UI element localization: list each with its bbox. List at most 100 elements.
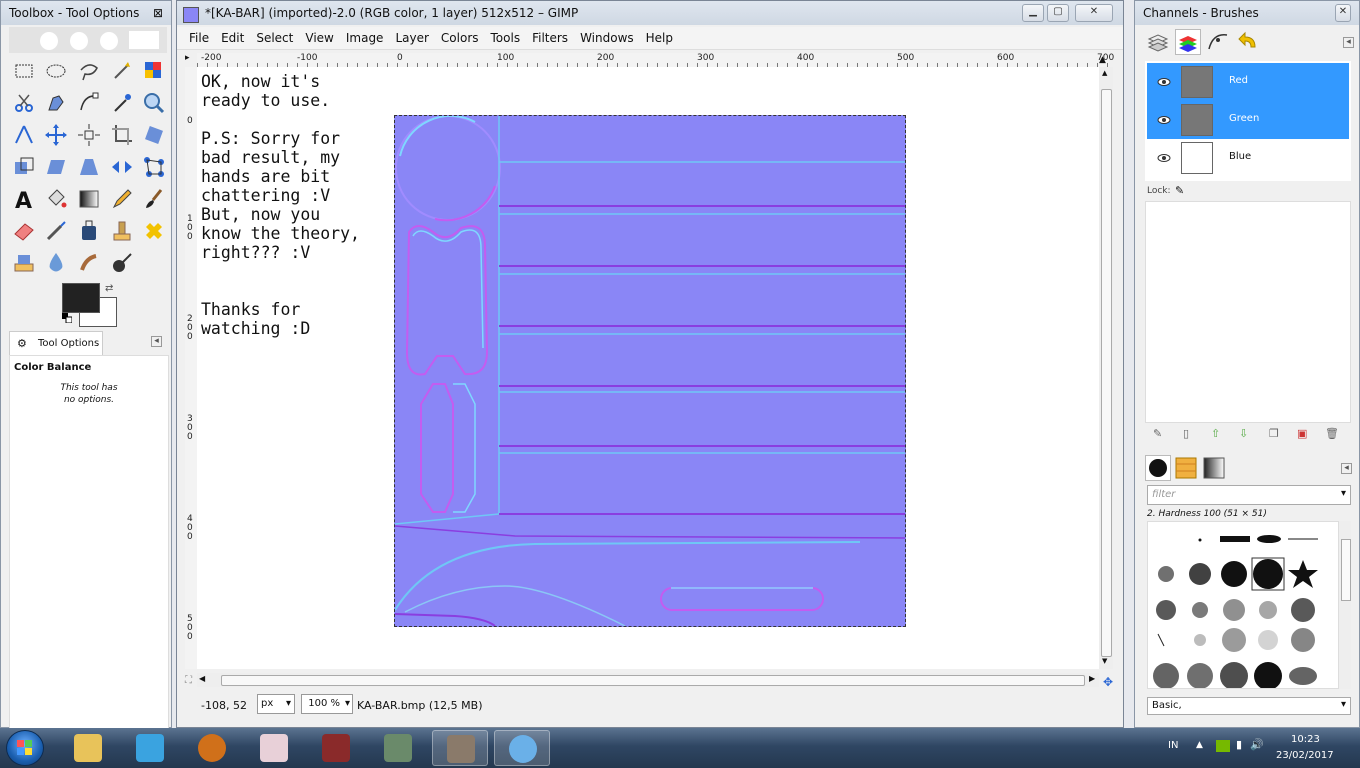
maximize-button[interactable]: ▢ xyxy=(1047,4,1069,22)
menu-image[interactable]: Image xyxy=(340,27,390,49)
perspective-tool-icon[interactable] xyxy=(76,154,102,180)
undo-history-tab-icon[interactable] xyxy=(1235,29,1261,55)
foreground-select-tool-icon[interactable] xyxy=(43,90,69,116)
channel-green[interactable]: Green xyxy=(1147,101,1349,139)
menu-view[interactable]: View xyxy=(299,27,339,49)
fuzzy-select-tool-icon[interactable] xyxy=(109,58,135,84)
vertical-scrollbar[interactable]: ▲ ▼ xyxy=(1099,67,1113,669)
perspective-clone-tool-icon[interactable] xyxy=(11,250,37,276)
close-button[interactable]: ✕ xyxy=(1075,4,1113,22)
normal-map-image[interactable] xyxy=(394,115,906,627)
nvidia-icon[interactable] xyxy=(1216,740,1230,752)
tab-menu-icon[interactable]: ◂ xyxy=(151,336,162,347)
language-indicator[interactable]: IN xyxy=(1168,740,1178,751)
ink-tool-icon[interactable] xyxy=(76,218,102,244)
ruler-menu-icon[interactable]: ▲ xyxy=(1099,55,1106,65)
menu-layer[interactable]: Layer xyxy=(389,27,434,49)
channel-blue[interactable]: Blue xyxy=(1147,139,1349,177)
paint-task[interactable] xyxy=(494,730,550,766)
clock-time[interactable]: 10:23 xyxy=(1291,734,1320,745)
blend-tool-icon[interactable] xyxy=(76,186,102,212)
menu-windows[interactable]: Windows xyxy=(574,27,640,49)
brush-filter-input[interactable]: filter ▾ xyxy=(1147,485,1351,505)
anime-app-task[interactable] xyxy=(246,730,302,766)
rect-select-tool-icon[interactable] xyxy=(11,58,37,84)
menu-filters[interactable]: Filters xyxy=(526,27,574,49)
channel-red[interactable]: Red xyxy=(1147,63,1349,101)
explorer-task[interactable] xyxy=(60,730,116,766)
menu-file[interactable]: File xyxy=(183,27,215,49)
tab-menu-icon[interactable]: ◂ xyxy=(1343,37,1354,48)
vertical-scroll-thumb[interactable] xyxy=(1101,89,1112,657)
patterns-tab-icon[interactable] xyxy=(1173,455,1199,481)
navigate-icon[interactable]: ✥ xyxy=(1103,675,1113,689)
unit-select[interactable]: px ▾ xyxy=(257,694,295,714)
channels-tab-icon[interactable] xyxy=(1175,29,1201,55)
visibility-eye-icon[interactable] xyxy=(1157,113,1171,127)
lasso-tool-icon[interactable] xyxy=(76,58,102,84)
feather-app-task[interactable] xyxy=(122,730,178,766)
measure-tool-icon[interactable] xyxy=(11,122,37,148)
brush-preset-select[interactable]: Basic, ▾ xyxy=(1147,697,1351,715)
brushes-tab-icon[interactable] xyxy=(1145,455,1171,481)
brush-scroll-thumb[interactable] xyxy=(1341,539,1351,601)
blur-tool-icon[interactable] xyxy=(43,250,69,276)
menu-help[interactable]: Help xyxy=(640,27,679,49)
visibility-eye-icon[interactable] xyxy=(1157,75,1171,89)
foreground-color-swatch[interactable] xyxy=(62,283,100,313)
eraser-tool-icon[interactable] xyxy=(11,218,37,244)
paintbrush-tool-icon[interactable] xyxy=(141,186,167,212)
ellipse-select-tool-icon[interactable] xyxy=(43,58,69,84)
duplicate-channel-icon[interactable]: ❐ xyxy=(1269,427,1279,440)
default-colors-icon[interactable] xyxy=(62,313,73,324)
dodge-burn-tool-icon[interactable] xyxy=(109,250,135,276)
text-tool-icon[interactable]: A xyxy=(11,186,37,214)
horizontal-scroll-thumb[interactable] xyxy=(221,675,1085,686)
shear-tool-icon[interactable] xyxy=(43,154,69,180)
show-hidden-icons[interactable]: ▲ xyxy=(1196,740,1203,750)
canvas-area[interactable]: OK, now it's ready to use. P.S: Sorry fo… xyxy=(197,67,1099,669)
airbrush-tool-icon[interactable] xyxy=(43,218,69,244)
layers-tab-icon[interactable] xyxy=(1145,29,1171,55)
clock-date[interactable]: 23/02/2017 xyxy=(1276,750,1334,761)
align-tool-icon[interactable] xyxy=(76,122,102,148)
network-icon[interactable]: ▮ xyxy=(1236,738,1242,751)
paths-tool-icon[interactable] xyxy=(76,90,102,116)
start-button[interactable] xyxy=(6,730,44,766)
brush-scrollbar[interactable] xyxy=(1339,521,1351,689)
gimp-task[interactable] xyxy=(432,730,488,766)
visibility-eye-icon[interactable] xyxy=(1157,151,1171,165)
heal-tool-icon[interactable] xyxy=(141,218,167,244)
paths-tab-icon[interactable] xyxy=(1205,29,1231,55)
gradients-tab-icon[interactable] xyxy=(1201,455,1227,481)
pencil-tool-icon[interactable] xyxy=(109,186,135,212)
swap-colors-icon[interactable]: ⇄ xyxy=(105,283,113,294)
select-by-color-tool-icon[interactable] xyxy=(141,58,167,84)
lower-channel-icon[interactable]: ⇩ xyxy=(1239,427,1248,440)
tool-options-tab[interactable]: ⚙ Tool Options xyxy=(9,331,103,356)
horizontal-scrollbar[interactable]: ◀ ▶ xyxy=(197,673,1099,687)
menu-select[interactable]: Select xyxy=(250,27,299,49)
color-picker-tool-icon[interactable] xyxy=(109,90,135,116)
raise-channel-icon[interactable]: ⇧ xyxy=(1211,427,1220,440)
cage-tool-icon[interactable] xyxy=(141,154,167,180)
half-life-task[interactable] xyxy=(184,730,240,766)
minimize-button[interactable]: ▁ xyxy=(1022,4,1044,22)
menu-colors[interactable]: Colors xyxy=(435,27,485,49)
close-button[interactable]: ✕ xyxy=(1335,4,1351,22)
lock-pixels-icon[interactable]: ✎ xyxy=(1175,184,1184,197)
zoom-tool-icon[interactable] xyxy=(141,90,167,116)
bucket-fill-tool-icon[interactable] xyxy=(43,186,69,212)
zoom-select[interactable]: 100 % ▾ xyxy=(301,694,353,714)
channel-to-selection-icon[interactable]: ▣ xyxy=(1297,427,1307,440)
game-task[interactable] xyxy=(308,730,364,766)
scale-tool-icon[interactable] xyxy=(11,154,37,180)
delete-channel-icon[interactable]: 🗑 xyxy=(1325,427,1339,440)
tab-menu-icon[interactable]: ◂ xyxy=(1341,463,1352,474)
volume-icon[interactable]: 🔊 xyxy=(1250,738,1264,751)
scissors-tool-icon[interactable] xyxy=(11,90,37,116)
edit-channel-icon[interactable]: ✎ xyxy=(1153,427,1162,440)
close-icon[interactable]: ⊠ xyxy=(153,6,163,20)
flip-tool-icon[interactable] xyxy=(109,154,135,180)
zoom-image-toggle-icon[interactable]: ⛶ xyxy=(185,675,192,686)
